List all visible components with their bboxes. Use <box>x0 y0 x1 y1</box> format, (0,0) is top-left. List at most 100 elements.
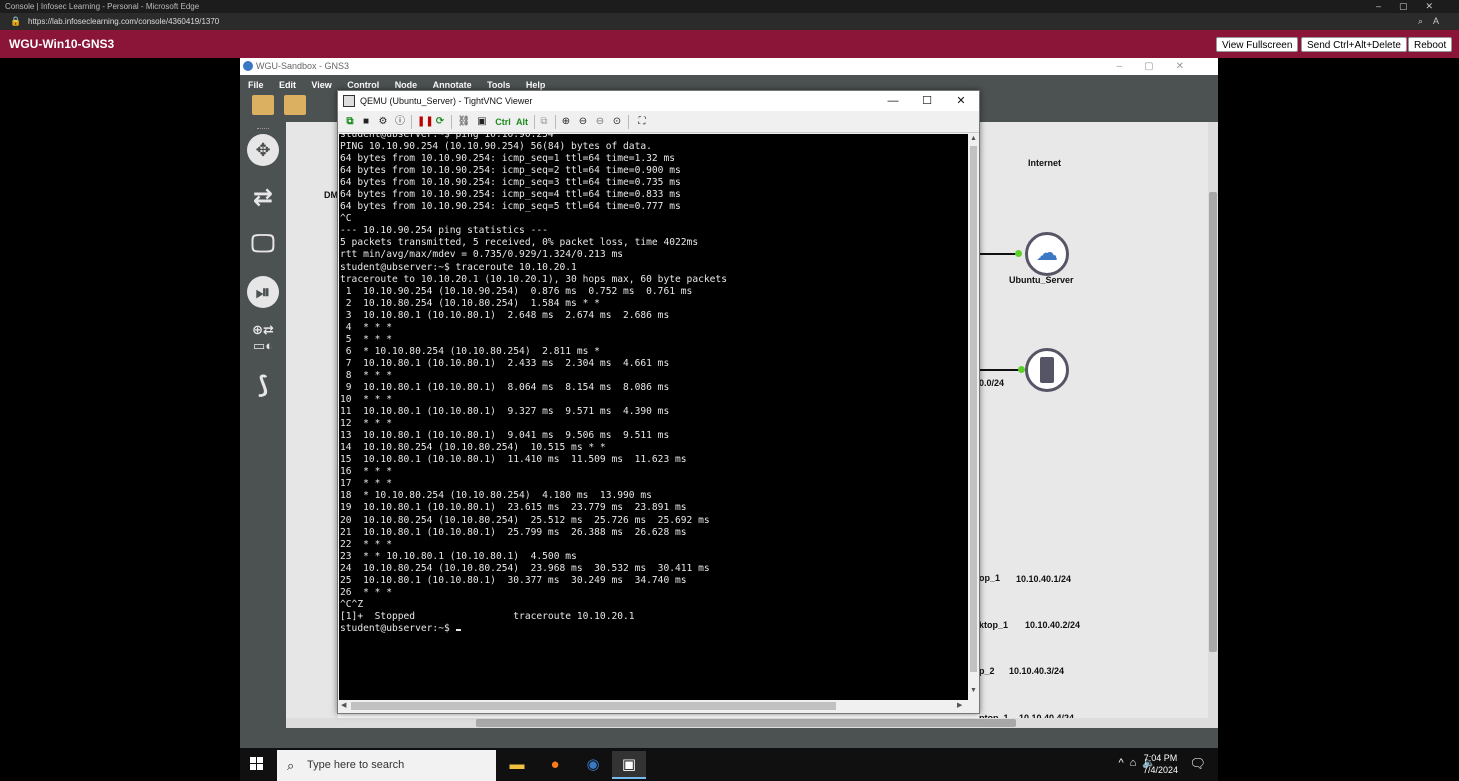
gns3-bottom-panel <box>240 728 1218 748</box>
toolbar-separator <box>451 115 452 129</box>
terminal-line: 64 bytes from 10.10.90.254: icmp_seq=5 t… <box>340 201 681 213</box>
node-label-dm: DM <box>324 190 338 200</box>
pause-icon[interactable]: ❚❚ <box>417 115 434 129</box>
terminal-line: 25 10.10.80.1 (10.10.80.1) 30.377 ms 30.… <box>340 574 687 586</box>
new-project-icon[interactable] <box>252 95 274 115</box>
zoom-100-icon[interactable]: ⊖ <box>594 115 606 129</box>
transfer-files-icon[interactable]: ⧉ <box>538 115 550 129</box>
terminal-line: traceroute to 10.10.20.1 (10.10.20.1), 3… <box>340 273 727 285</box>
vnc-title-bar: QEMU (Ubuntu_Server) - TightVNC Viewer —… <box>338 91 979 111</box>
terminal-line: 64 bytes from 10.10.90.254: icmp_seq=4 t… <box>340 189 681 201</box>
add-link-icon[interactable]: ⟆ <box>247 370 279 402</box>
terminal-line: 26 * * * <box>340 586 392 598</box>
scroll-thumb[interactable] <box>476 719 1016 727</box>
alt-key-toggle[interactable]: Alt <box>515 115 529 129</box>
vnc-minimize-button[interactable]: — <box>876 91 910 111</box>
fullscreen-icon[interactable]: ⛶ <box>636 115 648 129</box>
save-icon[interactable]: ■ <box>360 115 372 129</box>
gns3-window-controls[interactable]: –▢✕ <box>1117 58 1206 75</box>
end-devices-icon[interactable]: 🖵 <box>247 228 279 260</box>
vnc-app-icon <box>343 95 355 107</box>
routers-icon[interactable]: ✥ <box>247 134 279 166</box>
vnc-terminal-screen[interactable]: student@ubserver:~$ ping 10.10.90.254 PIN… <box>339 134 968 700</box>
terminal-prompt: student@ubserver:~$ <box>340 622 456 634</box>
windows-start-icon[interactable] <box>250 757 264 771</box>
switches-icon[interactable]: ⇄ <box>247 182 279 214</box>
send-ctrl-alt-del-icon[interactable]: ⛓ <box>457 115 471 129</box>
terminal-line: 8 * * * <box>340 369 392 381</box>
vnc-vertical-scrollbar[interactable]: ▲ ▼ <box>968 134 979 700</box>
file-explorer-icon[interactable]: ▬ <box>500 751 534 779</box>
options-icon[interactable]: ⚙ <box>377 115 389 129</box>
zoom-auto-icon[interactable]: ⊙ <box>611 115 623 129</box>
zoom-out-icon[interactable]: ⊖ <box>577 115 589 129</box>
scroll-down-arrow-icon[interactable]: ▼ <box>968 687 979 694</box>
refresh-icon[interactable]: ⟳ <box>434 115 446 129</box>
letterbox-left <box>0 58 240 781</box>
gns3-taskbar-icon[interactable]: ◉ <box>576 751 610 779</box>
terminal-line: 4 * * * <box>340 321 392 333</box>
terminal-line: 23 * * 10.10.80.1 (10.10.80.1) 4.500 ms <box>340 550 577 562</box>
host-2-ip-label: 10.10.40.2/24 <box>1025 620 1081 630</box>
firefox-icon[interactable]: ● <box>538 751 572 779</box>
browser-window-controls[interactable]: –▢✕ <box>1376 0 1451 13</box>
terminal-line: [1]+ Stopped traceroute 10.10.20.1 <box>340 610 635 622</box>
ubuntu-server-link-status-dot <box>1018 366 1025 373</box>
terminal-line: 15 10.10.80.1 (10.10.80.1) 11.410 ms 11.… <box>340 454 687 466</box>
letterbox-right <box>1218 58 1459 781</box>
scroll-thumb[interactable] <box>1209 192 1217 652</box>
zoom-icon[interactable]: ⌕A <box>1418 13 1449 30</box>
open-project-icon[interactable] <box>284 95 306 115</box>
send-ctrl-alt-delete-button[interactable]: Send Ctrl+Alt+Delete <box>1301 37 1407 52</box>
vnc-horizontal-scrollbar[interactable]: ◀ ▶ <box>339 700 968 712</box>
new-connection-icon[interactable]: ⧉ <box>344 115 356 129</box>
terminal-line: 64 bytes from 10.10.90.254: icmp_seq=3 t… <box>340 177 681 189</box>
notification-center-icon[interactable]: 🗨 <box>1189 756 1206 772</box>
host-1-name-label: op_1 <box>979 573 1001 583</box>
internet-cloud-node[interactable]: ☁ <box>1025 232 1069 276</box>
server-icon <box>1040 357 1054 383</box>
browser-title: Console | Infosec Learning - Personal - … <box>5 2 200 11</box>
taskbar-search-box[interactable]: ⌕ Type here to search <box>277 750 496 781</box>
scroll-left-arrow-icon[interactable]: ◀ <box>341 700 346 712</box>
terminal-line: 13 10.10.80.1 (10.10.80.1) 9.041 ms 9.50… <box>340 430 670 442</box>
taskbar-clock[interactable]: 7:04 PM 7/4/2024 <box>1143 752 1178 776</box>
zoom-in-icon[interactable]: ⊕ <box>560 115 572 129</box>
gns3-canvas-horizontal-scrollbar[interactable] <box>286 718 1218 728</box>
terminal-line: 5 * * * <box>340 333 392 345</box>
terminal-line: 19 10.10.80.1 (10.10.80.1) 23.615 ms 23.… <box>340 502 687 514</box>
terminal-line: 9 10.10.80.1 (10.10.80.1) 8.064 ms 8.154… <box>340 381 670 393</box>
terminal-prompt-line: student@ubserver:~$ <box>340 623 727 635</box>
internet-link-status-dot <box>1015 250 1022 257</box>
scroll-thumb[interactable] <box>351 702 836 710</box>
vnc-close-button[interactable]: ✕ <box>944 91 978 111</box>
ubuntu-server-node[interactable] <box>1025 348 1069 392</box>
terminal-line: ^C^Z <box>340 598 364 610</box>
lab-title: WGU-Win10-GNS3 <box>9 37 115 51</box>
tightvnc-taskbar-icon[interactable]: ▣ <box>612 751 646 779</box>
send-ctrl-esc-icon[interactable]: ▣ <box>475 115 489 129</box>
scroll-right-arrow-icon[interactable]: ▶ <box>957 700 962 712</box>
terminal-line: 3 10.10.80.1 (10.10.80.1) 2.648 ms 2.674… <box>340 309 670 321</box>
terminal-line: 16 * * * <box>340 466 392 478</box>
scroll-up-arrow-icon[interactable]: ▲ <box>968 135 979 142</box>
vnc-toolbar: ⧉ ■ ⚙ ⓘ ❚❚ ⟳ ⛓ ▣ Ctrl Alt ⧉ ⊕ ⊖ ⊖ ⊙ ⛶ <box>338 112 979 133</box>
reboot-button[interactable]: Reboot <box>1408 37 1453 52</box>
lock-icon: 🔒 <box>10 16 22 26</box>
vnc-maximize-button[interactable]: ☐ <box>910 91 944 111</box>
terminal-line: 21 10.10.80.1 (10.10.80.1) 25.799 ms 26.… <box>340 526 687 538</box>
security-devices-icon[interactable]: ⏯ <box>247 276 279 308</box>
gns3-canvas-vertical-scrollbar[interactable] <box>1208 122 1218 718</box>
all-devices-icon[interactable]: ⊕⇄ ▭◐ <box>247 322 279 354</box>
ctrl-key-toggle[interactable]: Ctrl <box>493 115 513 129</box>
info-icon[interactable]: ⓘ <box>394 115 406 129</box>
terminal-line: 10 * * * <box>340 394 392 406</box>
toolbar-separator <box>411 115 412 129</box>
canvas-background-area <box>979 122 1208 718</box>
view-fullscreen-button[interactable]: View Fullscreen <box>1216 37 1299 52</box>
toolbar-separator <box>555 115 556 129</box>
url-text[interactable]: https://lab.infoseclearning.com/console/… <box>28 17 219 26</box>
scroll-thumb[interactable] <box>970 146 977 672</box>
terminal-line: 12 * * * <box>340 418 392 430</box>
address-bar[interactable]: 🔒 https://lab.infoseclearning.com/consol… <box>0 13 1459 30</box>
